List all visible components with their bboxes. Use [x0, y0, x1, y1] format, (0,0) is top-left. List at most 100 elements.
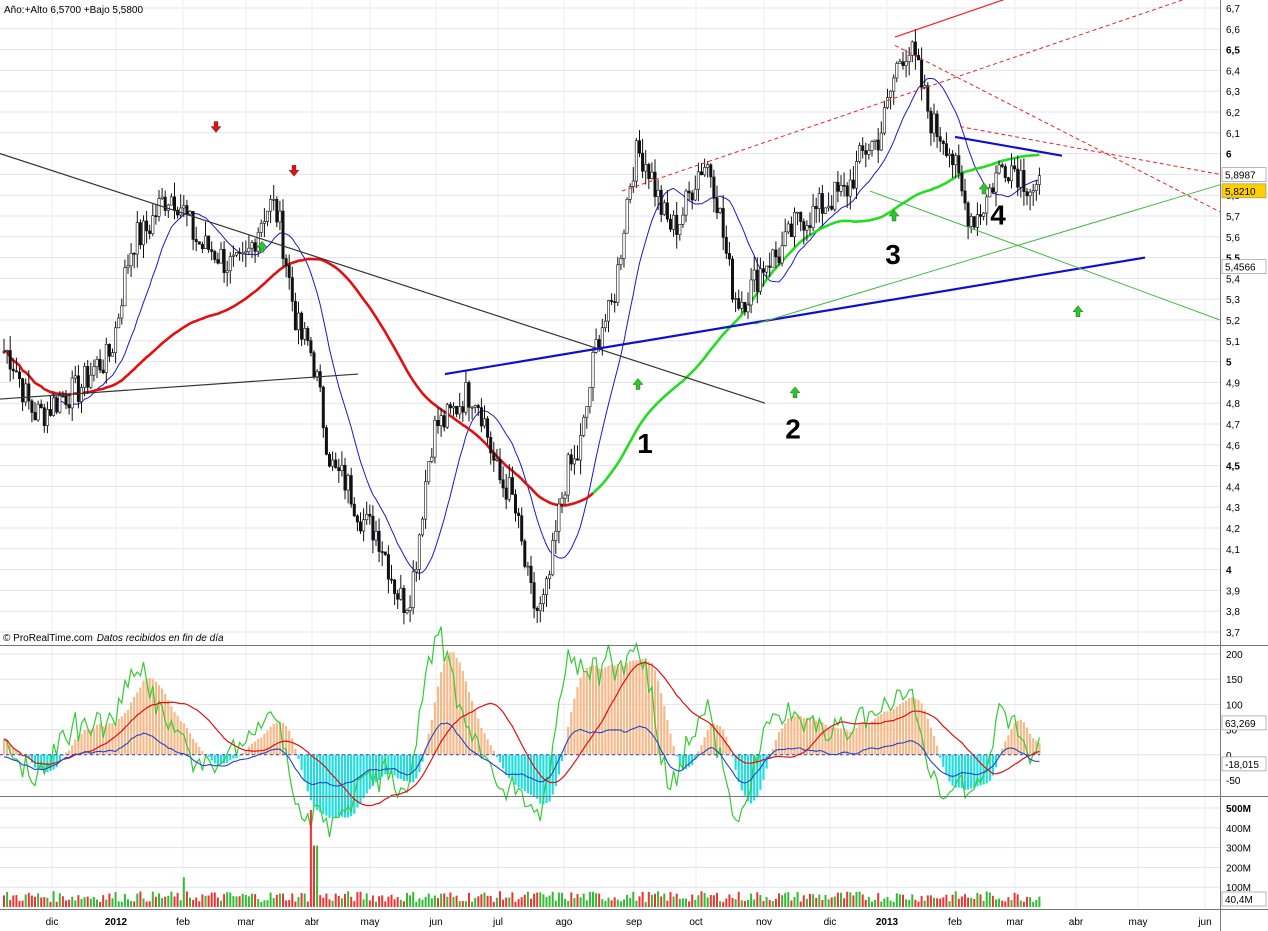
- candle-body: [538, 603, 542, 611]
- candle-body: [331, 459, 335, 467]
- candle-body: [585, 406, 589, 418]
- candle-body: [346, 475, 350, 491]
- candle-body: [145, 220, 149, 232]
- candle-body: [293, 301, 297, 331]
- candle-body: [461, 406, 465, 413]
- price-tick: 4,9: [1226, 378, 1240, 389]
- candle-body: [163, 196, 167, 211]
- price-tick: 5,6: [1226, 233, 1240, 244]
- candle-body: [247, 247, 251, 252]
- candle-body: [48, 409, 52, 416]
- candle-body: [879, 132, 883, 151]
- candle-body: [718, 208, 722, 214]
- candle-body: [575, 458, 579, 461]
- candle-body: [117, 317, 121, 329]
- candle-body: [486, 418, 490, 438]
- candle-body: [371, 515, 375, 541]
- candle-body: [464, 382, 468, 413]
- candle-body: [1016, 168, 1020, 188]
- candle-body: [817, 193, 821, 209]
- candle-body: [526, 565, 530, 568]
- candle-body: [265, 210, 269, 222]
- wave-label: 1: [637, 428, 653, 459]
- candle-body: [734, 298, 738, 300]
- candle-body: [805, 225, 809, 231]
- candle-body: [532, 582, 536, 609]
- candle-body: [349, 475, 353, 505]
- candle-body: [712, 176, 716, 199]
- candle-body: [690, 192, 694, 201]
- candle-body: [830, 205, 834, 210]
- osc-last-positive: 63,269: [1225, 719, 1256, 730]
- candle-body: [210, 249, 214, 252]
- candle-body: [222, 248, 226, 273]
- candle-body: [290, 277, 294, 302]
- candle-body: [411, 571, 415, 608]
- candle-body: [228, 256, 232, 272]
- candle-body: [98, 359, 102, 371]
- candle-body: [851, 179, 855, 189]
- candle-body: [417, 534, 421, 570]
- candle-body: [355, 515, 359, 523]
- last-close: 5,8210: [1225, 187, 1256, 198]
- candle-body: [603, 320, 607, 329]
- candle-body: [306, 328, 310, 341]
- candle-body: [256, 232, 260, 252]
- vol-tick: 300M: [1226, 844, 1251, 855]
- candle-body: [703, 167, 707, 176]
- candle-body: [101, 369, 105, 373]
- candle-body: [424, 481, 428, 520]
- candle-body: [882, 107, 886, 134]
- candle-body: [520, 515, 524, 542]
- candle-body: [244, 251, 248, 254]
- candle-body: [554, 530, 558, 541]
- candle-body: [684, 190, 688, 216]
- month-tick: feb: [948, 917, 962, 928]
- candle-body: [662, 202, 666, 215]
- candle-body: [647, 164, 651, 179]
- candle-body: [901, 61, 905, 66]
- candle-body: [1034, 184, 1038, 191]
- candle-body: [637, 140, 641, 154]
- candle-body: [1003, 166, 1007, 179]
- candle-body: [21, 378, 25, 403]
- candle-body: [104, 343, 108, 373]
- candle-body: [861, 145, 865, 151]
- candle-body: [1000, 164, 1004, 167]
- candle-body: [89, 374, 93, 388]
- candle-body: [876, 139, 880, 151]
- candle-body: [1022, 170, 1026, 192]
- candle-body: [889, 90, 893, 98]
- price-tick: 5: [1226, 358, 1232, 369]
- price-tick: 5,7: [1226, 212, 1240, 223]
- candle-body: [154, 215, 158, 217]
- credit-note: Datos recibidos en fin de día: [97, 633, 224, 644]
- candle-body: [619, 258, 623, 266]
- wave-label: 2: [785, 414, 801, 445]
- candle-body: [197, 241, 201, 245]
- candle-body: [219, 248, 223, 264]
- candle-body: [445, 404, 449, 428]
- osc-tick: 200: [1226, 650, 1243, 661]
- price-tick: 6,4: [1226, 66, 1240, 77]
- candle-body: [157, 198, 161, 217]
- price-tick: 6,1: [1226, 129, 1240, 140]
- candle-body: [600, 327, 604, 348]
- candle-body: [951, 153, 955, 166]
- candle-body: [275, 199, 279, 223]
- candle-body: [33, 412, 37, 421]
- candle-body: [358, 521, 362, 532]
- candle-body: [5, 350, 9, 352]
- vol-tick: 200M: [1226, 863, 1251, 874]
- candle-body: [1009, 165, 1013, 182]
- candle-body: [752, 269, 756, 281]
- candle-body: [160, 196, 164, 199]
- candle-body: [774, 249, 778, 258]
- candle-body: [498, 458, 502, 481]
- candle-body: [907, 54, 911, 62]
- candle-body: [151, 215, 155, 234]
- candle-body: [1025, 191, 1029, 197]
- candle-body: [362, 519, 366, 532]
- candle-body: [978, 214, 982, 217]
- candle-body: [854, 161, 858, 189]
